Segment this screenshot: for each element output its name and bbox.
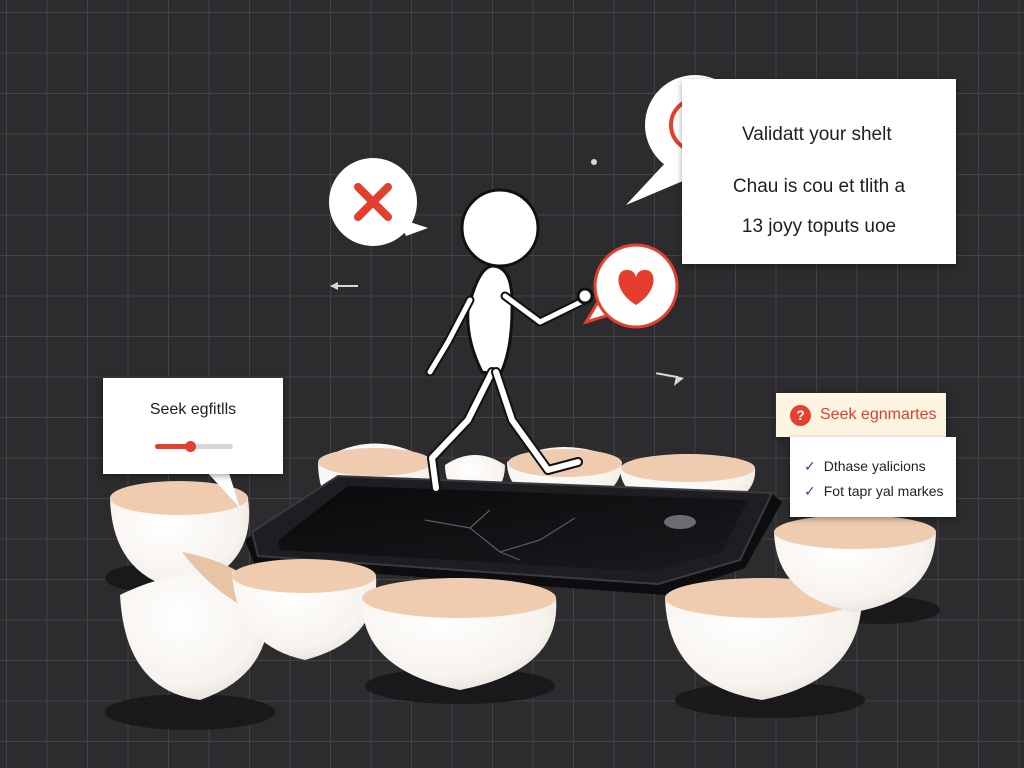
figure-torso <box>466 264 514 377</box>
seek-slider[interactable] <box>155 441 233 452</box>
validate-card-title: Validatt your shelt <box>742 124 892 145</box>
check-icon: ✓ <box>804 459 816 475</box>
checklist-item[interactable]: ✓ Dthase yalicions <box>804 458 926 475</box>
seek-card-label: Seek egfitlls <box>149 401 237 418</box>
markers-card-title: Seek egnmartes <box>820 406 937 423</box>
figure-head <box>460 188 540 268</box>
validate-card-line: Chau is cou et tlith a <box>732 176 906 197</box>
validate-card-line: 13 joyy toputs uoe <box>741 216 897 237</box>
figure-hand <box>576 287 594 305</box>
reject-speech-bubble <box>329 158 428 246</box>
markers-card-header[interactable]: ? Seek egnmartes <box>776 393 946 437</box>
validate-card: Validatt your shelt Chau is cou et tlith… <box>682 79 956 264</box>
question-icon: ? <box>790 405 811 426</box>
favorite-speech-bubble <box>582 243 679 329</box>
phone-camera <box>664 515 696 529</box>
markers-checklist: ✓ Dthase yalicions ✓ Fot tapr yal markes <box>790 437 956 517</box>
checklist-item-label: Dthase yalicions <box>823 458 926 474</box>
seek-card: Seek egfitlls <box>103 378 283 474</box>
checklist-item-label: Fot tapr yal markes <box>823 483 944 499</box>
stick-figure <box>425 188 594 493</box>
checklist-item[interactable]: ✓ Fot tapr yal markes <box>804 483 944 500</box>
check-icon: ✓ <box>804 484 816 500</box>
seek-slider-thumb[interactable] <box>185 441 197 452</box>
